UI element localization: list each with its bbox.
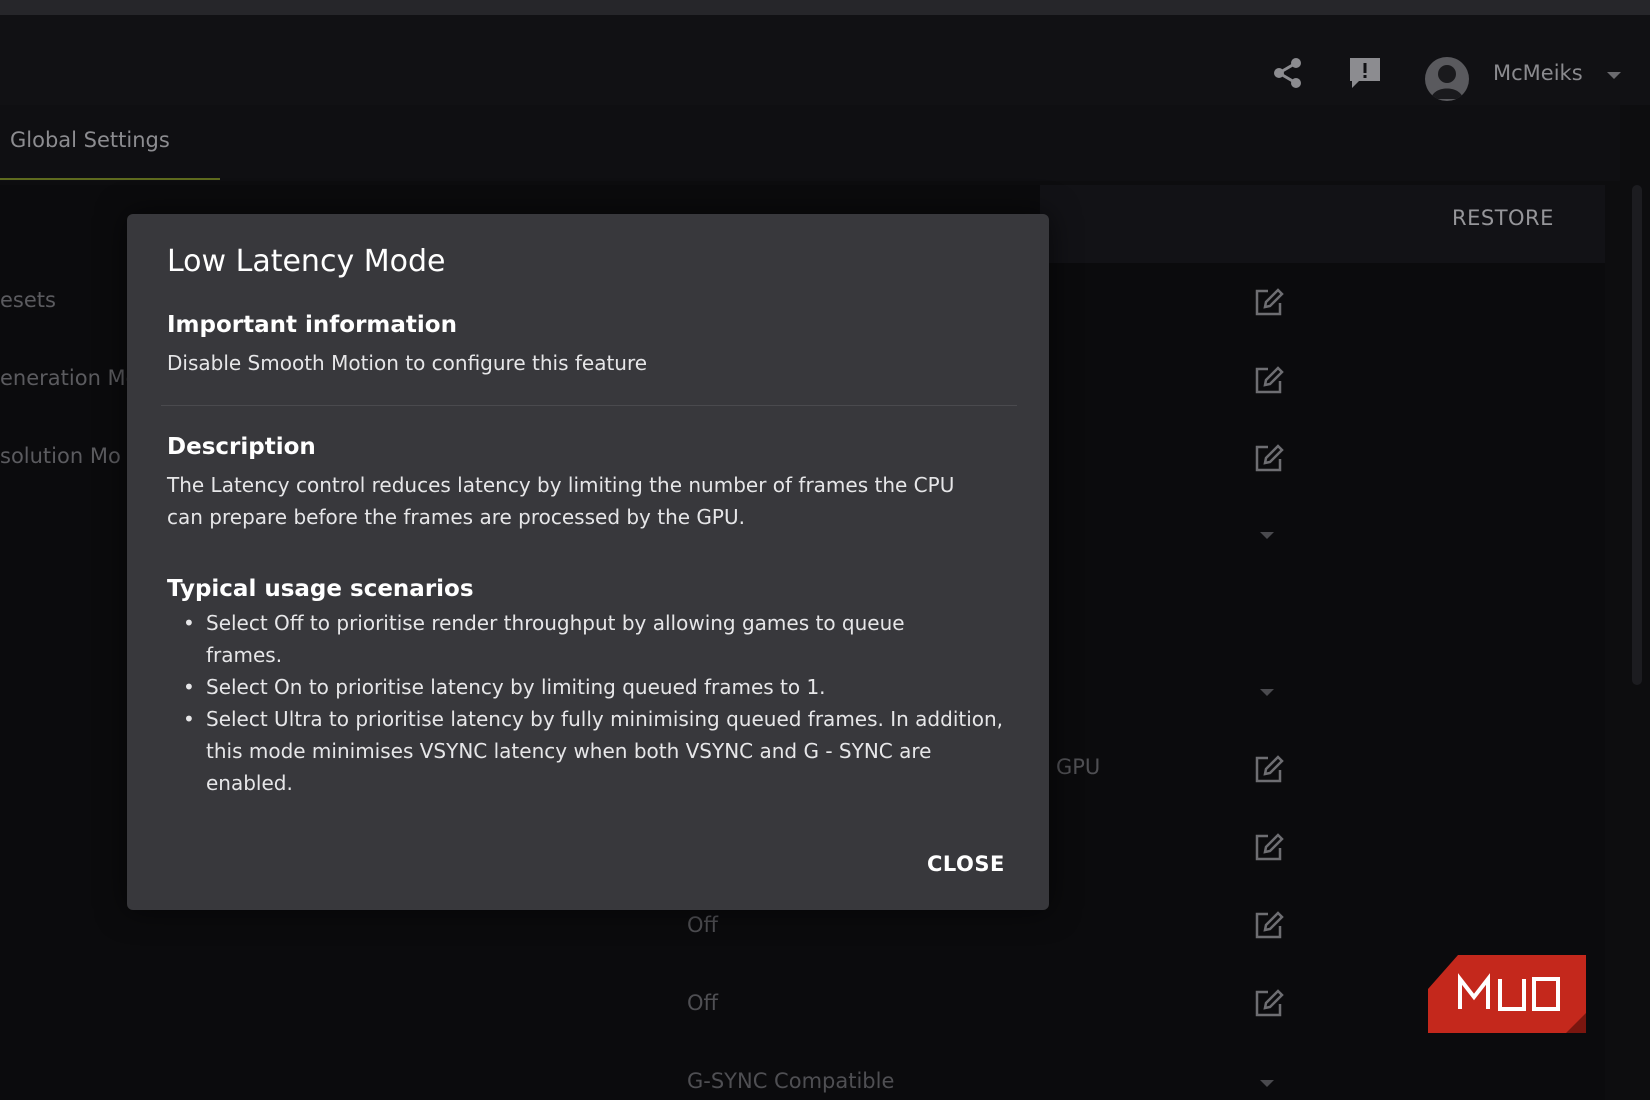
important-info-heading: Important information (167, 312, 457, 338)
edit-icon[interactable] (1254, 365, 1284, 395)
edit-icon[interactable] (1254, 443, 1284, 473)
usage-list: Select Off to prioritise render throughp… (167, 607, 1027, 799)
restore-button[interactable]: RESTORE (1452, 206, 1554, 230)
setting-value: Off (687, 991, 718, 1015)
edit-icon[interactable] (1254, 287, 1284, 317)
app-header: McMeiks (0, 15, 1650, 105)
share-icon[interactable] (1269, 55, 1305, 91)
window-top-strip (0, 0, 1650, 15)
description-heading: Description (167, 434, 316, 460)
tab-bar (0, 105, 1620, 181)
scrollbar[interactable] (1632, 185, 1642, 685)
chevron-down-icon[interactable] (1260, 689, 1274, 696)
important-info-text: Disable Smooth Motion to configure this … (167, 351, 648, 375)
setting-label-presets: esets (0, 288, 56, 312)
chevron-down-icon[interactable] (1607, 72, 1621, 79)
setting-label-resolution-mode: solution Mo (0, 444, 121, 468)
edit-icon[interactable] (1254, 832, 1284, 862)
avatar[interactable] (1425, 57, 1469, 101)
tab-global-settings[interactable]: Global Settings (10, 128, 170, 152)
close-button[interactable]: CLOSE (927, 852, 1005, 876)
list-item: Select Ultra to prioritise latency by fu… (167, 703, 1006, 799)
list-item: Select Off to prioritise render throughp… (167, 607, 976, 671)
list-item: Select On to prioritise latency by limit… (167, 671, 986, 703)
low-latency-dialog: Low Latency Mode Important information D… (127, 214, 1049, 910)
description-text: The Latency control reduces latency by l… (167, 473, 955, 529)
setting-label-generation-mode: eneration Mo (0, 366, 139, 390)
divider (161, 405, 1017, 406)
edit-icon[interactable] (1254, 754, 1284, 784)
setting-value: G-SYNC Compatible (687, 1069, 895, 1093)
chevron-down-icon[interactable] (1260, 1080, 1274, 1087)
setting-value-gpu: GPU (1056, 755, 1101, 779)
username[interactable]: McMeiks (1493, 61, 1583, 85)
muo-logo (1428, 955, 1586, 1033)
usage-heading: Typical usage scenarios (167, 576, 474, 602)
active-tab-indicator (0, 178, 220, 180)
edit-icon[interactable] (1254, 988, 1284, 1018)
feedback-icon[interactable] (1347, 55, 1383, 91)
dialog-title: Low Latency Mode (167, 244, 446, 279)
setting-value: Off (687, 913, 718, 937)
user-icon (1431, 65, 1463, 99)
edit-icon[interactable] (1254, 910, 1284, 940)
chevron-down-icon[interactable] (1260, 532, 1274, 539)
